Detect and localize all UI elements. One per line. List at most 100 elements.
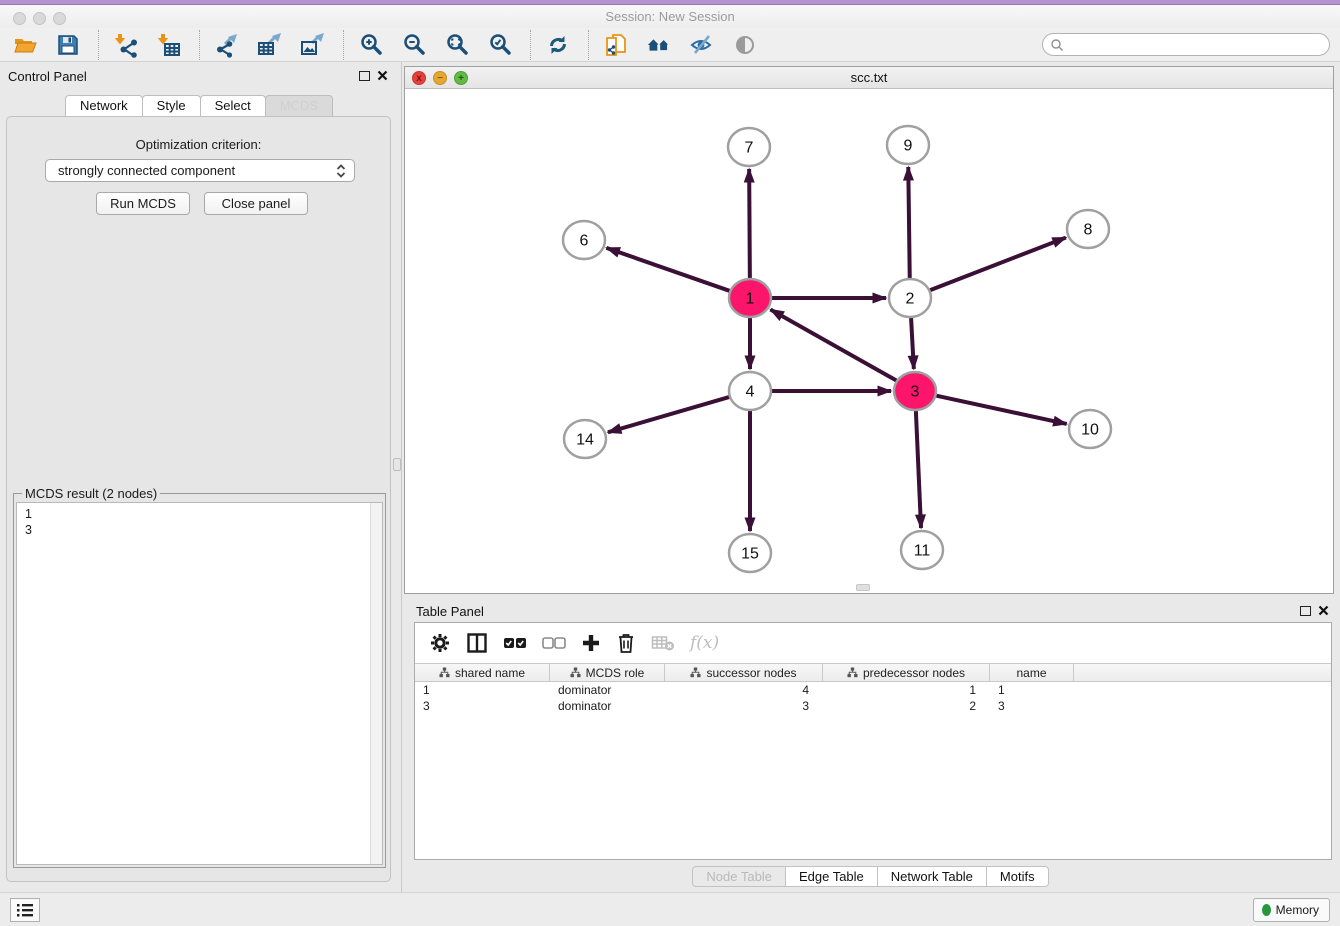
search-input[interactable]: [1064, 36, 1329, 54]
unchecked-boxes-icon: [542, 636, 566, 650]
vertical-splitter-handle[interactable]: [393, 458, 401, 471]
close-panel-icon[interactable]: [377, 70, 388, 81]
graph-node-label: 15: [741, 546, 759, 563]
graph-node-9[interactable]: 9: [887, 126, 929, 164]
export-image-button[interactable]: [300, 32, 326, 58]
network-window-titlebar[interactable]: x − + scc.txt: [405, 67, 1333, 89]
apply-layout-button[interactable]: [545, 32, 571, 58]
graph-node-7[interactable]: 7: [728, 128, 770, 166]
column-header-MCDS-role[interactable]: MCDS role: [550, 664, 665, 681]
table-cell[interactable]: 1: [415, 682, 550, 698]
tab-network[interactable]: Network: [65, 95, 143, 116]
status-bar: Memory: [0, 892, 1340, 926]
unselect-all-columns-button[interactable]: [542, 636, 566, 650]
table-row[interactable]: 3dominator323: [415, 698, 1331, 714]
float-panel-icon[interactable]: [359, 71, 370, 81]
houses-icon: [646, 32, 672, 58]
close-panel-icon[interactable]: [1318, 605, 1329, 616]
table-cell[interactable]: 3: [990, 698, 1074, 714]
tab-node-table[interactable]: Node Table: [692, 866, 786, 887]
column-header-shared-name[interactable]: shared name: [415, 664, 550, 681]
zoom-out-button[interactable]: [401, 32, 427, 58]
zoom-in-button[interactable]: [358, 32, 384, 58]
hide-selected-button[interactable]: [689, 32, 715, 58]
zoom-fit-button[interactable]: [444, 32, 470, 58]
open-session-button[interactable]: [12, 32, 38, 58]
graph-edge-3-11[interactable]: [916, 411, 921, 528]
zoom-selected-button[interactable]: [487, 32, 513, 58]
graph-edge-2-8[interactable]: [930, 238, 1066, 291]
table-cell[interactable]: 4: [665, 682, 823, 698]
graph-edge-1-6[interactable]: [606, 248, 729, 291]
graph-edge-3-1[interactable]: [770, 310, 896, 381]
delete-column-button[interactable]: [616, 632, 636, 654]
column-header-successor-nodes[interactable]: successor nodes: [665, 664, 823, 681]
graph-node-8[interactable]: 8: [1067, 210, 1109, 248]
graph-node-14[interactable]: 14: [564, 420, 606, 458]
column-type-icon: [570, 667, 581, 678]
table-cell[interactable]: 3: [415, 698, 550, 714]
graph-edge-4-14[interactable]: [608, 397, 729, 432]
clone-network-button[interactable]: [603, 32, 629, 58]
show-column-panel-button[interactable]: [466, 632, 488, 654]
graph-node-label: 2: [906, 291, 915, 308]
dropdown-stepper-icon: [336, 163, 346, 185]
table-cell[interactable]: 2: [823, 698, 990, 714]
run-mcds-button[interactable]: Run MCDS: [96, 192, 190, 215]
column-header-predecessor-nodes[interactable]: predecessor nodes: [823, 664, 990, 681]
graph-edge-2-3[interactable]: [911, 318, 914, 369]
graph-node-3[interactable]: 3: [894, 372, 936, 410]
graph-node-4[interactable]: 4: [729, 372, 771, 410]
float-panel-icon[interactable]: [1300, 606, 1311, 616]
control-panel-header: Control Panel: [0, 62, 397, 90]
tab-select[interactable]: Select: [200, 95, 266, 116]
horizontal-splitter-handle[interactable]: [856, 584, 870, 591]
function-builder-button[interactable]: f(x): [690, 633, 719, 653]
graph-edge-1-7[interactable]: [749, 169, 750, 278]
table-cell[interactable]: 3: [665, 698, 823, 714]
table-cell[interactable]: dominator: [550, 682, 665, 698]
graph-node-11[interactable]: 11: [901, 531, 943, 569]
export-network-button[interactable]: [214, 32, 240, 58]
import-table-button[interactable]: [156, 32, 182, 58]
export-table-button[interactable]: [257, 32, 283, 58]
graph-node-2[interactable]: 2: [889, 279, 931, 317]
network-canvas[interactable]: 7 9 6 8 1 2 4 3 14 10 15 11: [405, 89, 1333, 593]
table-cell[interactable]: 1: [823, 682, 990, 698]
tab-network-table[interactable]: Network Table: [877, 866, 987, 887]
tab-motifs[interactable]: Motifs: [986, 866, 1049, 887]
graph-node-1[interactable]: 1: [729, 279, 771, 317]
criterion-dropdown[interactable]: strongly connected component: [45, 159, 355, 182]
create-column-button[interactable]: [581, 633, 601, 653]
graph-edge-3-10[interactable]: [936, 396, 1066, 424]
control-panel: Control Panel NetworkStyleSelectMCDS Opt…: [0, 62, 397, 892]
delete-table-button[interactable]: [651, 634, 675, 652]
zoom-selected-icon: [487, 32, 513, 58]
table-cell[interactable]: 1: [990, 682, 1074, 698]
memory-status-icon: [1262, 904, 1271, 916]
memory-button[interactable]: Memory: [1253, 898, 1330, 922]
task-history-button[interactable]: [10, 898, 40, 922]
select-all-columns-button[interactable]: [503, 636, 527, 650]
mcds-result-textarea[interactable]: 13: [16, 502, 383, 865]
zoom-in-icon: [358, 32, 384, 58]
close-panel-button[interactable]: Close panel: [204, 192, 308, 215]
save-session-button[interactable]: [55, 32, 81, 58]
first-neighbors-button[interactable]: [646, 32, 672, 58]
table-settings-button[interactable]: [429, 632, 451, 654]
table-row[interactable]: 1dominator411: [415, 682, 1331, 698]
table-cell[interactable]: dominator: [550, 698, 665, 714]
graph-node-10[interactable]: 10: [1069, 410, 1111, 448]
result-scrollbar[interactable]: [370, 503, 382, 864]
graph-node-15[interactable]: 15: [729, 534, 771, 572]
show-all-button[interactable]: [732, 32, 758, 58]
graph-edge-2-9[interactable]: [908, 167, 909, 278]
graph-node-6[interactable]: 6: [563, 221, 605, 259]
column-header-name[interactable]: name: [990, 664, 1074, 681]
import-network-button[interactable]: [113, 32, 139, 58]
tab-style[interactable]: Style: [142, 95, 201, 116]
tab-mcds[interactable]: MCDS: [265, 95, 333, 116]
optimization-criterion-label: Optimization criterion:: [7, 137, 390, 152]
tab-edge-table[interactable]: Edge Table: [785, 866, 878, 887]
eye-disabled-icon: [732, 32, 758, 58]
